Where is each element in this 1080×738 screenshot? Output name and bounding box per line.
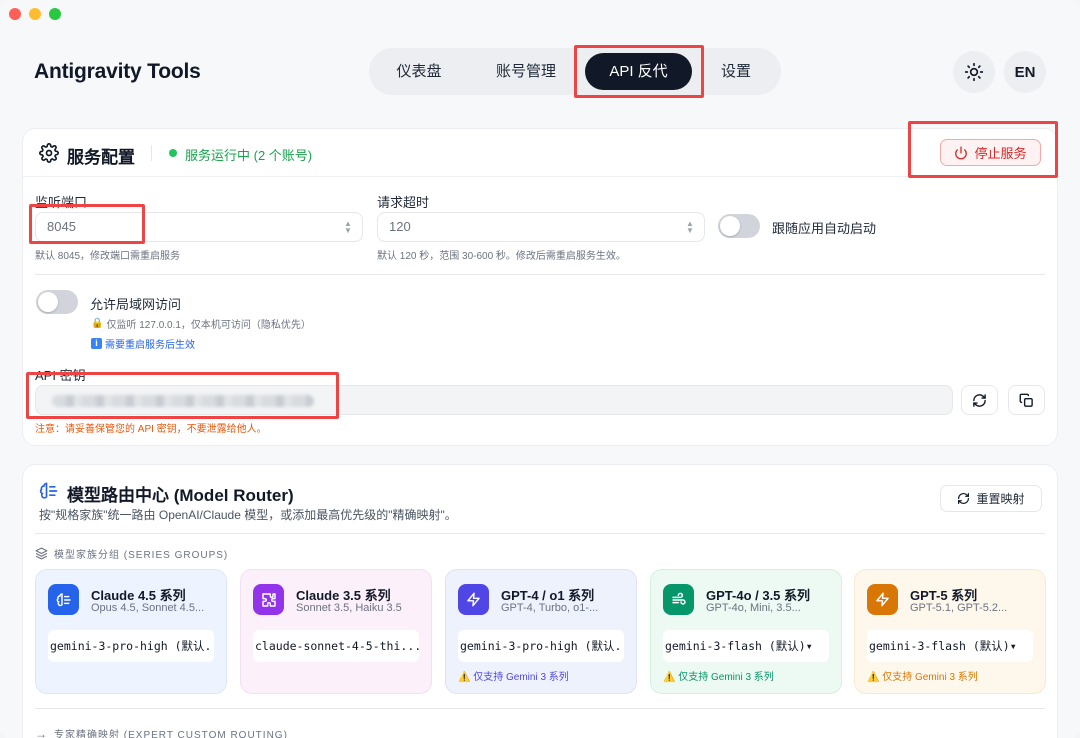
refresh-icon	[973, 393, 986, 407]
expert-routing-title: 专家精确映射 (EXPERT CUSTOM ROUTING)	[54, 730, 288, 738]
theme-toggle-button[interactable]	[953, 51, 995, 93]
apikey-warning: 注意：请妥善保管您的 API 密钥，不要泄露给他人。	[35, 424, 267, 435]
layers-icon	[35, 547, 48, 560]
group-card-claude-4-5: Claude 4.5 系列 Opus 4.5, Sonnet 4.5... ge…	[35, 569, 227, 694]
refresh-icon	[958, 493, 970, 504]
timeout-value: 120	[389, 219, 411, 234]
group-note-text: 仅支持 Gemini 3 系列	[473, 672, 569, 683]
router-title: 模型路由中心 (Model Router)	[67, 486, 294, 505]
series-groups-header: 模型家族分组 (SERIES GROUPS)	[35, 546, 228, 561]
service-config-card: 服务配置 服务运行中 (2 个账号) 停止服务 监听端口 8045 ▲ ▼ 默认 …	[22, 128, 1058, 446]
group-note: ⚠️ 仅支持 Gemini 3 系列	[663, 668, 774, 683]
copy-key-button[interactable]	[1008, 385, 1045, 415]
puzzle-icon	[253, 584, 284, 615]
lan-info: 🔒 仅监听 127.0.0.1，仅本机可访问（隐私优先）	[91, 316, 311, 331]
reset-mapping-label: 重置映射	[976, 492, 1025, 506]
group-model-select[interactable]: claude-sonnet-4-5-thi...	[253, 630, 419, 662]
timeout-stepper-icon[interactable]: ▲ ▼	[686, 220, 694, 235]
app-title: Antigravity Tools	[34, 60, 201, 83]
language-button[interactable]: EN	[1004, 51, 1046, 93]
timeout-hint: 默认 120 秒，范围 30-600 秒。修改后需重启服务生效。	[377, 251, 626, 262]
minimize-window-button[interactable]	[29, 8, 41, 20]
port-stepper-icon[interactable]: ▲ ▼	[344, 220, 352, 235]
service-status: 服务运行中 (2 个账号)	[185, 148, 313, 163]
group-card-claude-3-5: Claude 3.5 系列 Sonnet 3.5, Haiku 3.5 clau…	[240, 569, 432, 694]
port-value: 8045	[47, 219, 76, 234]
tab-accounts[interactable]: 账号管理	[473, 48, 579, 95]
lock-icon: 🔒	[91, 318, 104, 329]
group-note: ⚠️ 仅支持 Gemini 3 系列	[458, 668, 569, 683]
arrow-right-icon: →	[35, 726, 48, 738]
apikey-label: API 密钥	[35, 368, 86, 383]
expert-routing-header: → 专家精确映射 (EXPERT CUSTOM ROUTING)	[35, 726, 288, 738]
tab-dashboard[interactable]: 仪表盘	[369, 48, 469, 95]
status-dot	[169, 149, 177, 157]
divider	[151, 145, 152, 161]
sun-icon	[964, 62, 984, 82]
stop-service-label: 停止服务	[974, 146, 1027, 161]
zoom-window-button[interactable]	[49, 8, 61, 20]
warning-icon: ⚠️	[867, 672, 880, 683]
tab-settings[interactable]: 设置	[695, 48, 777, 95]
group-note-text: 仅支持 Gemini 3 系列	[882, 672, 978, 683]
lan-access-toggle[interactable]	[36, 290, 78, 314]
group-note: ⚠️ 仅支持 Gemini 3 系列	[867, 668, 978, 683]
wind-icon	[663, 584, 694, 615]
brain-icon	[39, 482, 58, 499]
warning-icon: ⚠️	[663, 672, 676, 683]
group-desc: GPT-5.1, GPT-5.2...	[910, 602, 1008, 614]
info-icon: i	[91, 338, 102, 349]
stop-service-button[interactable]: 停止服务	[940, 139, 1041, 166]
lan-info-text: 仅监听 127.0.0.1，仅本机可访问（隐私优先）	[106, 320, 311, 331]
series-groups-title: 模型家族分组 (SERIES GROUPS)	[54, 550, 229, 561]
group-model-select[interactable]: gemini-3-pro-high (默认...	[458, 630, 624, 662]
lightning-icon	[458, 584, 489, 615]
port-input[interactable]: 8045 ▲ ▼	[35, 212, 363, 242]
brain-icon	[48, 584, 79, 615]
close-window-button[interactable]	[9, 8, 21, 20]
divider	[35, 533, 1045, 534]
port-label: 监听端口	[35, 195, 88, 210]
app-window: Antigravity Tools 仪表盘 账号管理 API 反代 设置 EN …	[0, 0, 1080, 738]
apikey-input[interactable]	[35, 385, 953, 415]
service-header: 服务配置 服务运行中 (2 个账号) 停止服务	[23, 129, 1057, 177]
divider	[35, 708, 1045, 709]
gear-icon	[39, 143, 59, 163]
model-router-card: 模型路由中心 (Model Router) 按"规格家族"统一路由 OpenAI…	[22, 464, 1058, 738]
timeout-label: 请求超时	[377, 195, 430, 210]
group-note-text: 仅支持 Gemini 3 系列	[678, 672, 774, 683]
autostart-label: 跟随应用自动启动	[772, 221, 877, 236]
autostart-toggle[interactable]	[718, 214, 760, 238]
group-desc: GPT-4, Turbo, o1-...	[501, 602, 599, 614]
group-model-select[interactable]: gemini-3-flash (默认)▾	[663, 630, 829, 662]
group-card-gpt-5: GPT-5 系列 GPT-5.1, GPT-5.2... gemini-3-fl…	[854, 569, 1046, 694]
lightning-icon	[867, 584, 898, 615]
copy-icon	[1019, 393, 1033, 407]
tab-api-proxy[interactable]: API 反代	[585, 53, 692, 90]
apikey-masked-value	[52, 395, 314, 407]
lan-restart-note: i 需要重启服务后生效	[91, 336, 195, 351]
regenerate-key-button[interactable]	[961, 385, 998, 415]
group-desc: Opus 4.5, Sonnet 4.5...	[91, 602, 205, 614]
group-desc: Sonnet 3.5, Haiku 3.5	[296, 602, 402, 614]
power-icon	[955, 146, 968, 159]
port-hint: 默认 8045，修改端口需重启服务	[35, 251, 181, 262]
router-subtitle: 按"规格家族"统一路由 OpenAI/Claude 模型，或添加最高优先级的"精…	[39, 508, 457, 522]
lan-access-label: 允许局域网访问	[90, 297, 182, 312]
timeout-input[interactable]: 120 ▲ ▼	[377, 212, 705, 242]
window-controls	[9, 8, 61, 20]
group-desc: GPT-4o, Mini, 3.5...	[706, 602, 801, 614]
group-card-gpt-4o: GPT-4o / 3.5 系列 GPT-4o, Mini, 3.5... gem…	[650, 569, 842, 694]
divider	[35, 274, 1045, 275]
group-model-select[interactable]: gemini-3-flash (默认)▾	[867, 630, 1033, 662]
warning-icon: ⚠️	[458, 672, 471, 683]
group-model-select[interactable]: gemini-3-pro-high (默认...	[48, 630, 214, 662]
reset-mapping-button[interactable]: 重置映射	[940, 485, 1042, 512]
group-card-gpt-4-o1: GPT-4 / o1 系列 GPT-4, Turbo, o1-... gemin…	[445, 569, 637, 694]
service-title: 服务配置	[67, 148, 135, 167]
main-nav: 仪表盘 账号管理 API 反代 设置	[369, 48, 781, 95]
lan-restart-text: 需要重启服务后生效	[105, 340, 195, 351]
